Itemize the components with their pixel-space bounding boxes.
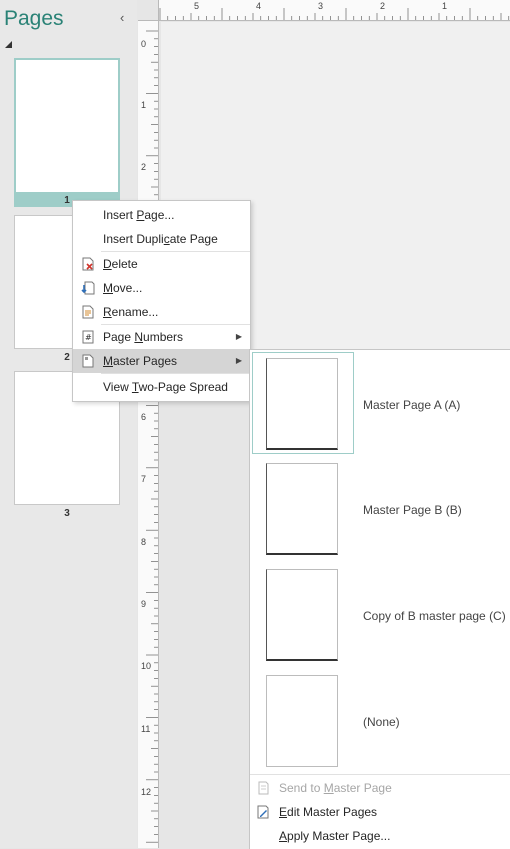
ruler-label: 1 bbox=[442, 1, 448, 11]
master-page-c-thumbnail[interactable] bbox=[266, 569, 338, 661]
expand-triangle-icon[interactable] bbox=[5, 41, 12, 48]
master-page-label[interactable]: Copy of B master page (C) bbox=[363, 609, 506, 623]
menu-item-view-two-page-spread[interactable]: View Two-Page Spread bbox=[73, 375, 250, 399]
menu-accelerator: M bbox=[323, 781, 334, 795]
menu-label: age... bbox=[144, 208, 175, 222]
menu-label: elete bbox=[111, 257, 138, 271]
send-to-master-icon bbox=[258, 781, 269, 795]
menu-label: Send to bbox=[279, 781, 324, 795]
menu-separator bbox=[250, 774, 510, 775]
page-context-menu: Insert Page... Insert Duplicate Page Del… bbox=[72, 200, 251, 402]
master-pages-icon bbox=[82, 354, 94, 368]
master-page-b-thumbnail[interactable] bbox=[266, 463, 338, 555]
ruler-label: 12 bbox=[141, 787, 152, 797]
page-thumbnail-number: 3 bbox=[64, 508, 70, 519]
menu-item-page-numbers[interactable]: # Page Numbers ▶ bbox=[73, 325, 250, 349]
master-pages-submenu: Master Page A (A) Master Page B (B) Copy… bbox=[249, 349, 510, 849]
menu-item-send-to-master-page[interactable]: Send to Master Page bbox=[250, 776, 510, 800]
menu-item-insert-page[interactable]: Insert Page... bbox=[73, 203, 250, 227]
ruler-label: 6 bbox=[141, 412, 147, 422]
menu-label: aster Page bbox=[333, 781, 392, 795]
menu-accelerator: R bbox=[103, 305, 112, 319]
ruler-label: 2 bbox=[380, 1, 386, 11]
menu-item-master-pages[interactable]: Master Pages ▶ bbox=[73, 349, 250, 373]
edit-master-icon bbox=[257, 805, 269, 819]
master-page-label[interactable]: Master Page B (B) bbox=[363, 503, 462, 517]
menu-label: ate Page bbox=[169, 232, 218, 246]
menu-accelerator: D bbox=[103, 257, 112, 271]
master-page-a-thumbnail[interactable] bbox=[266, 358, 338, 450]
master-page-label[interactable]: (None) bbox=[363, 715, 400, 729]
ruler-label: 9 bbox=[141, 599, 147, 609]
ruler-label: 3 bbox=[318, 1, 324, 11]
submenu-arrow-icon: ▶ bbox=[235, 332, 242, 341]
pages-pane: Pages ‹ 1 2 3 bbox=[0, 0, 137, 848]
ruler-label: 11 bbox=[141, 724, 151, 734]
menu-accelerator: T bbox=[131, 380, 139, 394]
ruler-label: 7 bbox=[141, 474, 147, 484]
ruler-label: 5 bbox=[194, 1, 200, 11]
menu-accelerator: M bbox=[103, 281, 113, 295]
menu-item-move[interactable]: Move... bbox=[73, 276, 250, 300]
delete-page-icon bbox=[82, 257, 94, 271]
menu-label: ove... bbox=[113, 281, 143, 295]
menu-item-apply-master-page[interactable]: Apply Master Page... bbox=[250, 824, 510, 848]
pages-pane-title: Pages bbox=[4, 7, 64, 30]
menu-label: aster Pages bbox=[113, 354, 178, 368]
ruler-label: 2 bbox=[141, 162, 147, 172]
menu-label: ename... bbox=[111, 305, 159, 319]
page-thumbnail-1[interactable] bbox=[14, 58, 120, 194]
menu-separator bbox=[101, 373, 250, 374]
collapse-pane-icon[interactable]: ‹ bbox=[120, 10, 124, 25]
menu-item-rename[interactable]: Rename... bbox=[73, 300, 250, 324]
menu-label: Page bbox=[103, 330, 135, 344]
menu-label: umbers bbox=[143, 330, 184, 344]
submenu-arrow-icon: ▶ bbox=[235, 356, 242, 365]
menu-label: pply Master Page... bbox=[287, 829, 391, 843]
menu-item-delete[interactable]: Delete bbox=[73, 252, 250, 276]
ruler-label: 4 bbox=[256, 1, 262, 11]
rename-page-icon bbox=[82, 305, 94, 319]
menu-accelerator: A bbox=[279, 829, 288, 843]
horizontal-ruler[interactable]: 5 4 3 2 1 bbox=[138, 0, 510, 21]
menu-accelerator: N bbox=[134, 330, 144, 344]
svg-text:#: # bbox=[85, 333, 92, 342]
menu-item-edit-master-pages[interactable]: Edit Master Pages bbox=[250, 800, 510, 824]
master-page-label[interactable]: Master Page A (A) bbox=[363, 398, 460, 412]
ruler-label: 10 bbox=[141, 661, 152, 671]
menu-label: wo-Page Spread bbox=[138, 380, 228, 394]
menu-accelerator: M bbox=[103, 354, 113, 368]
menu-label: Insert Dupli bbox=[103, 232, 164, 246]
master-none-thumbnail[interactable] bbox=[266, 675, 338, 767]
menu-label: View bbox=[103, 380, 132, 394]
ruler-label: 0 bbox=[141, 39, 147, 49]
ruler-label: 1 bbox=[141, 100, 147, 110]
page-numbers-icon: # bbox=[82, 330, 94, 344]
menu-accelerator: E bbox=[279, 805, 288, 819]
move-page-icon bbox=[81, 281, 95, 295]
menu-label: Insert bbox=[103, 208, 137, 222]
vertical-ruler[interactable]: 0 1 2 6 7 8 9 10 11 12 bbox=[138, 21, 159, 848]
ruler-label: 8 bbox=[141, 537, 147, 547]
ruler-corner bbox=[138, 0, 159, 21]
menu-label: dit Master Pages bbox=[287, 805, 378, 819]
menu-item-insert-duplicate-page[interactable]: Insert Duplicate Page bbox=[73, 227, 250, 251]
